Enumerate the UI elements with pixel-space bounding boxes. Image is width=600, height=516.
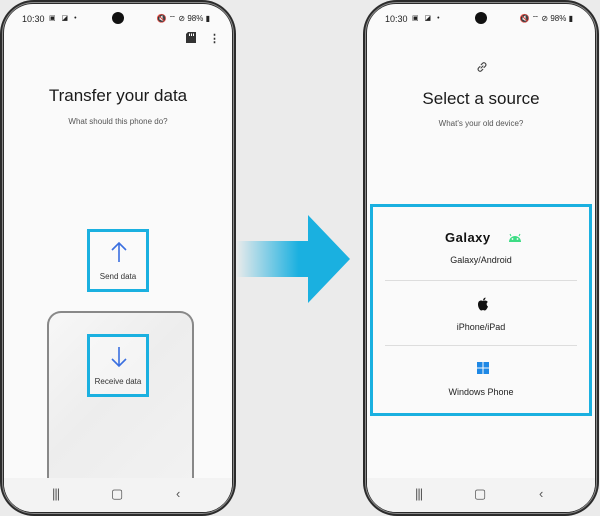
source-label-galaxy: Galaxy/Android: [450, 255, 512, 265]
phone-right: 10:30 ▣ ◪ • 🔇 ⌔ ⊘ 98% ▮ Select a source …: [363, 0, 599, 516]
battery-icon: ▮: [205, 14, 210, 23]
status-bar: 10:30 ▣ ◪ • 🔇 ⌔ ⊘ 98% ▮: [367, 11, 595, 25]
transition-arrow-icon: [236, 215, 350, 303]
more-vert-icon[interactable]: ⋮: [209, 32, 220, 45]
source-options-list: Galaxy Galaxy/Android iPhone/iPad Window…: [370, 204, 592, 416]
right-screen: 10:30 ▣ ◪ • 🔇 ⌔ ⊘ 98% ▮ Select a source …: [367, 4, 595, 512]
home-icon[interactable]: ▢: [111, 486, 123, 502]
status-icons-right: 🔇 ⌔ ⊘ 98% ▮: [156, 14, 210, 24]
page-subtitle: What should this phone do?: [68, 117, 168, 126]
camera-cutout: [112, 12, 124, 24]
battery-percent: 98%: [550, 14, 567, 23]
dnd-icon: ⊘: [541, 14, 549, 23]
send-data-label: Send data: [99, 272, 137, 281]
back-icon[interactable]: ‹: [539, 486, 543, 501]
receive-data-button[interactable]: Receive data: [87, 334, 149, 397]
link-icon: [477, 62, 487, 72]
back-icon[interactable]: ‹: [176, 486, 180, 501]
status-icons-right: 🔇 ⌔ ⊘ 98% ▮: [519, 14, 573, 24]
navigation-bar: ||| ▢ ‹: [367, 478, 595, 512]
send-data-button[interactable]: Send data: [87, 229, 149, 292]
mute-icon: 🔇: [156, 14, 167, 23]
home-icon[interactable]: ▢: [474, 486, 486, 502]
wifi-icon: ⌔: [531, 14, 540, 23]
wifi-icon: ⌔: [168, 14, 177, 23]
receive-data-label: Receive data: [94, 377, 142, 386]
battery-icon: ▮: [568, 14, 573, 23]
windows-icon: [477, 362, 489, 374]
dnd-icon: ⊘: [178, 14, 186, 23]
battery-percent: 98%: [187, 14, 204, 23]
arrow-down-icon: [111, 347, 127, 368]
page-subtitle: What's your old device?: [438, 119, 524, 128]
navigation-bar: ||| ▢ ‹: [4, 478, 232, 512]
source-label-windows: Windows Phone: [448, 387, 514, 397]
left-screen: 10:30 ▣ ◪ • 🔇 ⌔ ⊘ 98% ▮ ⋮ Transfer your …: [4, 4, 232, 512]
page-title: Select a source: [422, 89, 540, 108]
phone-left: 10:30 ▣ ◪ • 🔇 ⌔ ⊘ 98% ▮ ⋮ Transfer your …: [0, 0, 236, 516]
status-bar: 10:30 ▣ ◪ • 🔇 ⌔ ⊘ 98% ▮: [4, 11, 232, 25]
apple-icon: [478, 297, 488, 311]
mute-icon: 🔇: [519, 14, 530, 23]
source-option-iphone[interactable]: iPhone/iPad: [373, 281, 589, 345]
camera-cutout: [475, 12, 487, 24]
status-time: 10:30: [385, 14, 408, 24]
sd-card-icon[interactable]: [186, 32, 196, 46]
page-title: Transfer your data: [48, 86, 188, 105]
source-option-windows[interactable]: Windows Phone: [373, 346, 589, 412]
arrow-up-icon: [111, 241, 127, 262]
status-time: 10:30: [22, 14, 45, 24]
android-icon: [509, 233, 521, 242]
source-label-iphone: iPhone/iPad: [456, 322, 506, 332]
notification-icons: ▣ ◪ •: [412, 15, 442, 22]
source-option-galaxy[interactable]: Galaxy Galaxy/Android: [373, 207, 589, 279]
galaxy-logo: Galaxy: [445, 230, 491, 245]
recent-apps-icon[interactable]: |||: [415, 486, 423, 501]
recent-apps-icon[interactable]: |||: [52, 486, 60, 501]
notification-icons: ▣ ◪ •: [49, 15, 79, 22]
